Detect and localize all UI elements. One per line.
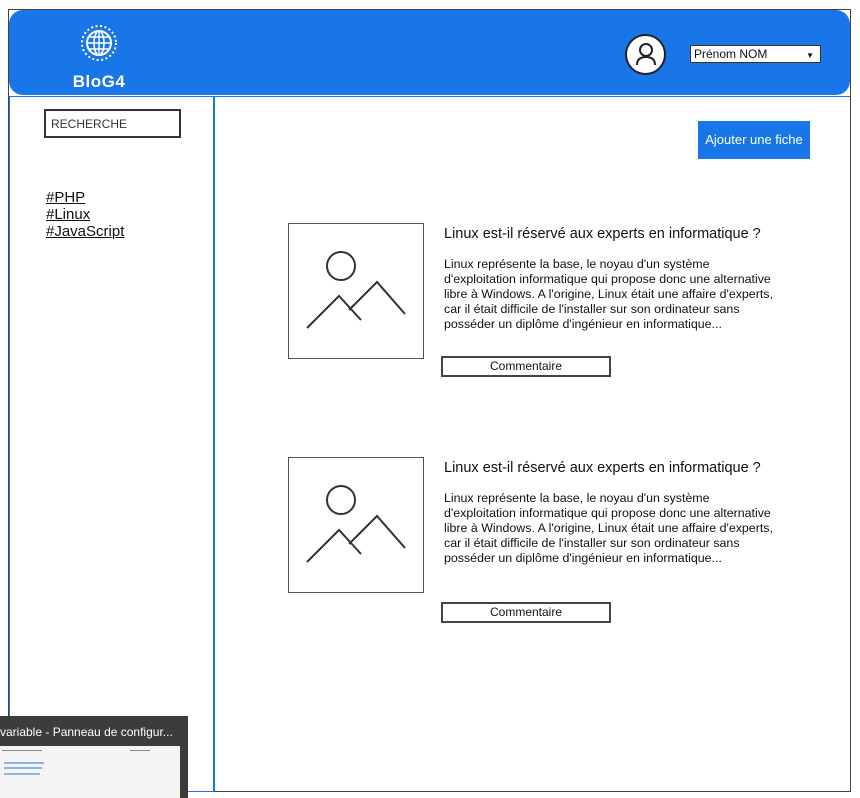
avatar[interactable] xyxy=(625,34,666,75)
thumbnail-title: variable - Panneau de configur... xyxy=(0,725,173,739)
taskbar-window-thumbnail[interactable]: variable - Panneau de configur... xyxy=(0,716,188,798)
tag-link-php[interactable]: #PHP xyxy=(46,189,124,206)
thumbnail-preview xyxy=(0,746,180,798)
image-placeholder-icon xyxy=(306,485,406,563)
article-excerpt: Linux représente la base, le noyau d'un … xyxy=(444,491,773,565)
header-bar: BloG4 Prénom NOM ▼ xyxy=(9,10,850,95)
user-dropdown[interactable]: Prénom NOM ▼ xyxy=(690,45,821,63)
logo[interactable]: BloG4 xyxy=(61,23,141,95)
tag-link-linux[interactable]: #Linux xyxy=(46,206,124,223)
logo-text: BloG4 xyxy=(72,72,126,91)
article-excerpt: Linux représente la base, le noyau d'un … xyxy=(444,257,773,331)
comment-button[interactable]: Commentaire xyxy=(441,356,611,377)
chevron-down-icon: ▼ xyxy=(806,51,814,60)
sidebar: RECHERCHE #PHP #Linux #JavaScript xyxy=(9,96,214,792)
main-content: Ajouter une fiche Linux est-il réservé a… xyxy=(214,96,850,792)
article-card: Linux est-il réservé aux experts en info… xyxy=(288,457,788,623)
comment-button[interactable]: Commentaire xyxy=(441,602,611,623)
image-placeholder-icon xyxy=(306,251,406,329)
search-placeholder: RECHERCHE xyxy=(51,117,128,131)
article-image xyxy=(288,223,424,359)
article-image xyxy=(288,457,424,593)
globe-icon xyxy=(81,25,117,61)
article-card: Linux est-il réservé aux experts en info… xyxy=(288,223,788,383)
article-title[interactable]: Linux est-il réservé aux experts en info… xyxy=(444,460,761,476)
tag-link-javascript[interactable]: #JavaScript xyxy=(46,223,124,240)
user-icon xyxy=(636,43,656,66)
user-dropdown-value: Prénom NOM xyxy=(694,47,768,61)
search-input[interactable]: RECHERCHE xyxy=(44,109,181,138)
tag-list: #PHP #Linux #JavaScript xyxy=(46,189,124,240)
article-title[interactable]: Linux est-il réservé aux experts en info… xyxy=(444,226,761,242)
add-card-button[interactable]: Ajouter une fiche xyxy=(698,121,810,159)
